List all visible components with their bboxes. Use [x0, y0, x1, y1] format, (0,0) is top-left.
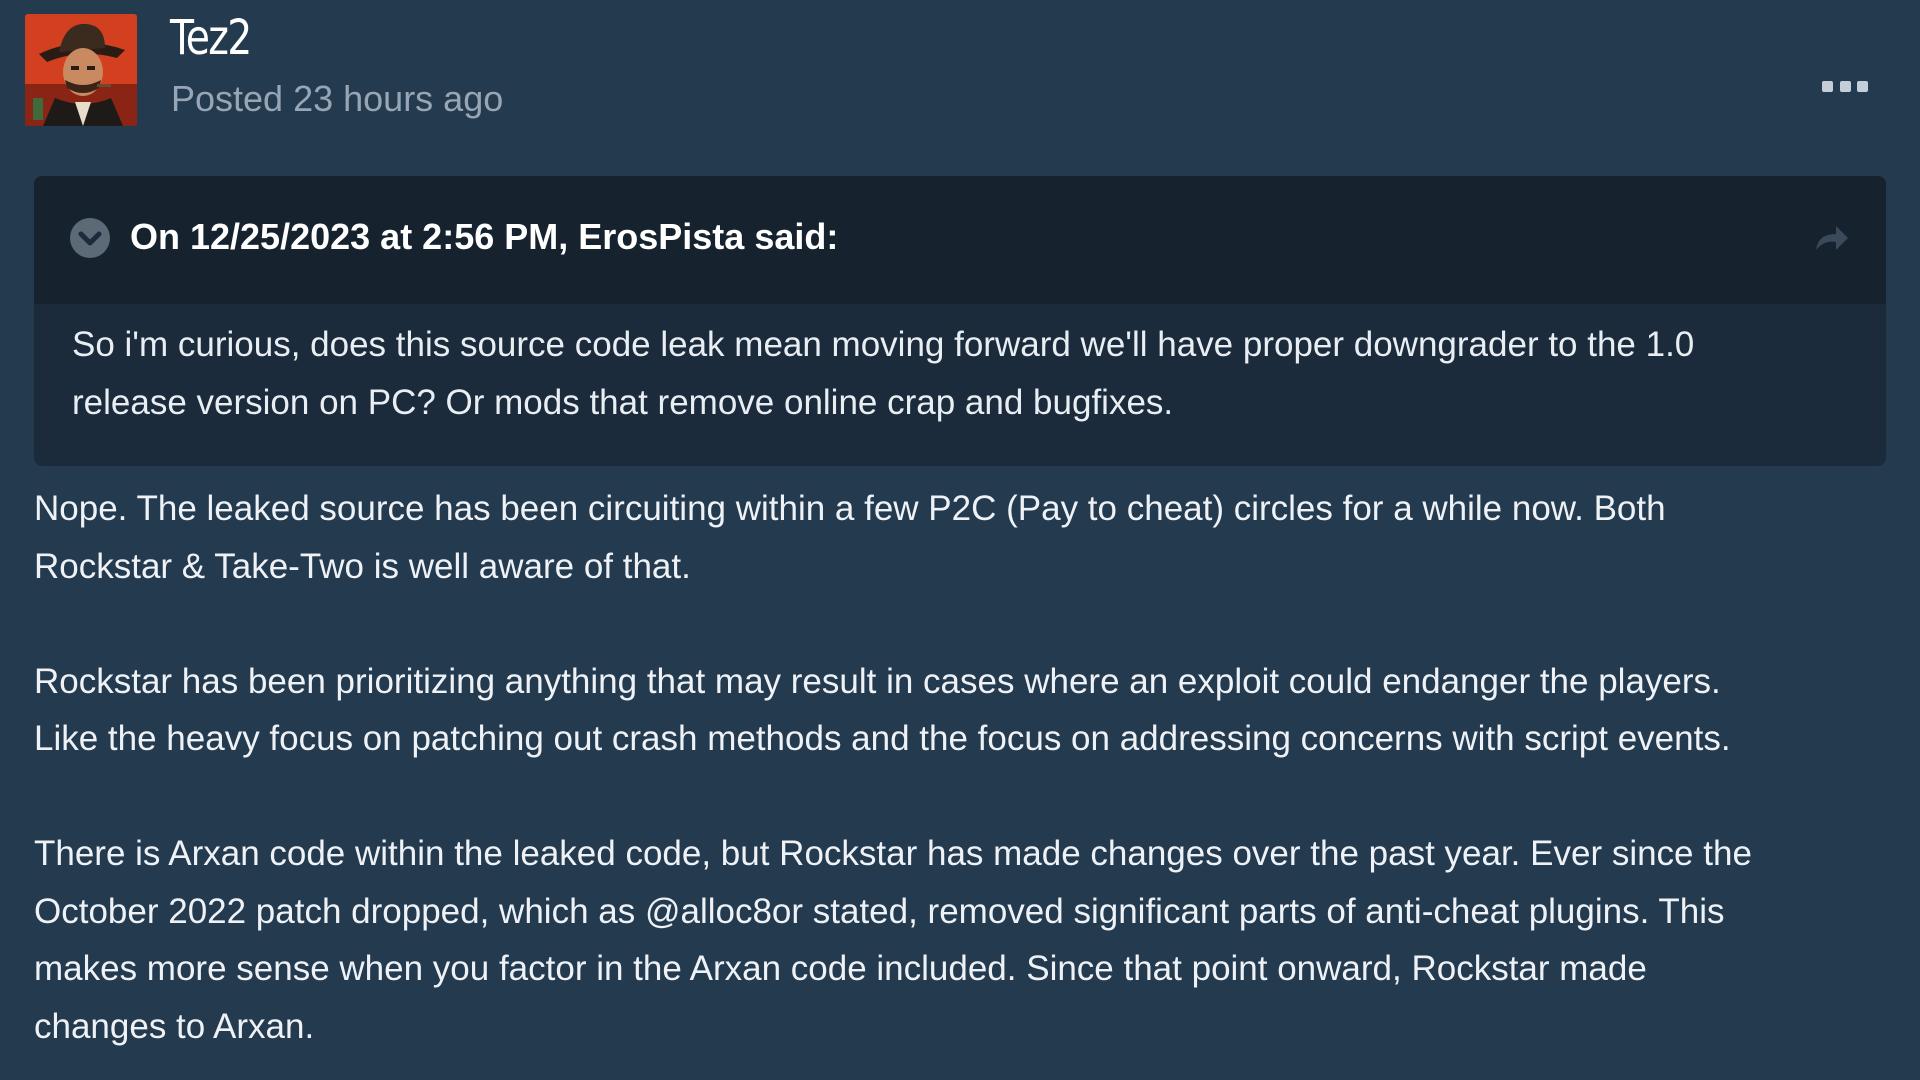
post-line: October 2022 patch dropped, which as @al…	[34, 891, 1725, 931]
quote-body-line: So i'm curious, does this source code le…	[72, 325, 1695, 364]
forum-post: Tez2 Posted 23 hours ago On 12/25/2023 a…	[0, 0, 1920, 1080]
post-line: Rockstar has been prioritizing anything …	[34, 661, 1721, 701]
post-line: Nope. The leaked source has been circuit…	[34, 489, 1666, 528]
post-paragraph: There is Arxan code within the leaked co…	[34, 825, 1894, 1055]
chevron-down-icon[interactable]	[70, 218, 110, 258]
avatar[interactable]	[25, 14, 137, 126]
quote-body-line: release version on PC? Or mods that remo…	[72, 383, 1174, 422]
ellipsis-icon[interactable]	[1822, 76, 1868, 96]
post-line: Like the heavy focus on patching out cra…	[34, 719, 1731, 758]
post-author-name[interactable]: Tez2	[170, 10, 252, 66]
quote-block: On 12/25/2023 at 2:56 PM, ErosPista said…	[34, 176, 1886, 466]
post-line: There is Arxan code within the leaked co…	[34, 834, 1752, 873]
post-paragraph: Nope. The leaked source has been circuit…	[34, 480, 1894, 595]
ellipsis-dot	[1857, 80, 1868, 92]
post-timestamp: Posted 23 hours ago	[171, 78, 504, 119]
quote-citation: On 12/25/2023 at 2:56 PM, ErosPista said…	[130, 216, 839, 257]
post-paragraph: Rockstar has been prioritizing anything …	[34, 653, 1894, 768]
cowboy-portrait-avatar	[25, 14, 137, 126]
quote-header: On 12/25/2023 at 2:56 PM, ErosPista said…	[34, 176, 1886, 304]
ellipsis-dot	[1839, 80, 1851, 92]
post-line: changes to Arxan.	[34, 1006, 315, 1046]
ellipsis-dot	[1822, 80, 1833, 92]
post-body: Nope. The leaked source has been circuit…	[34, 480, 1894, 1080]
post-line: makes more sense when you factor in the …	[34, 949, 1647, 988]
post-line: Rockstar & Take-Two is well aware of tha…	[34, 546, 691, 586]
share-arrow-icon[interactable]	[1810, 220, 1850, 256]
quote-body: So i'm curious, does this source code le…	[72, 316, 1862, 432]
